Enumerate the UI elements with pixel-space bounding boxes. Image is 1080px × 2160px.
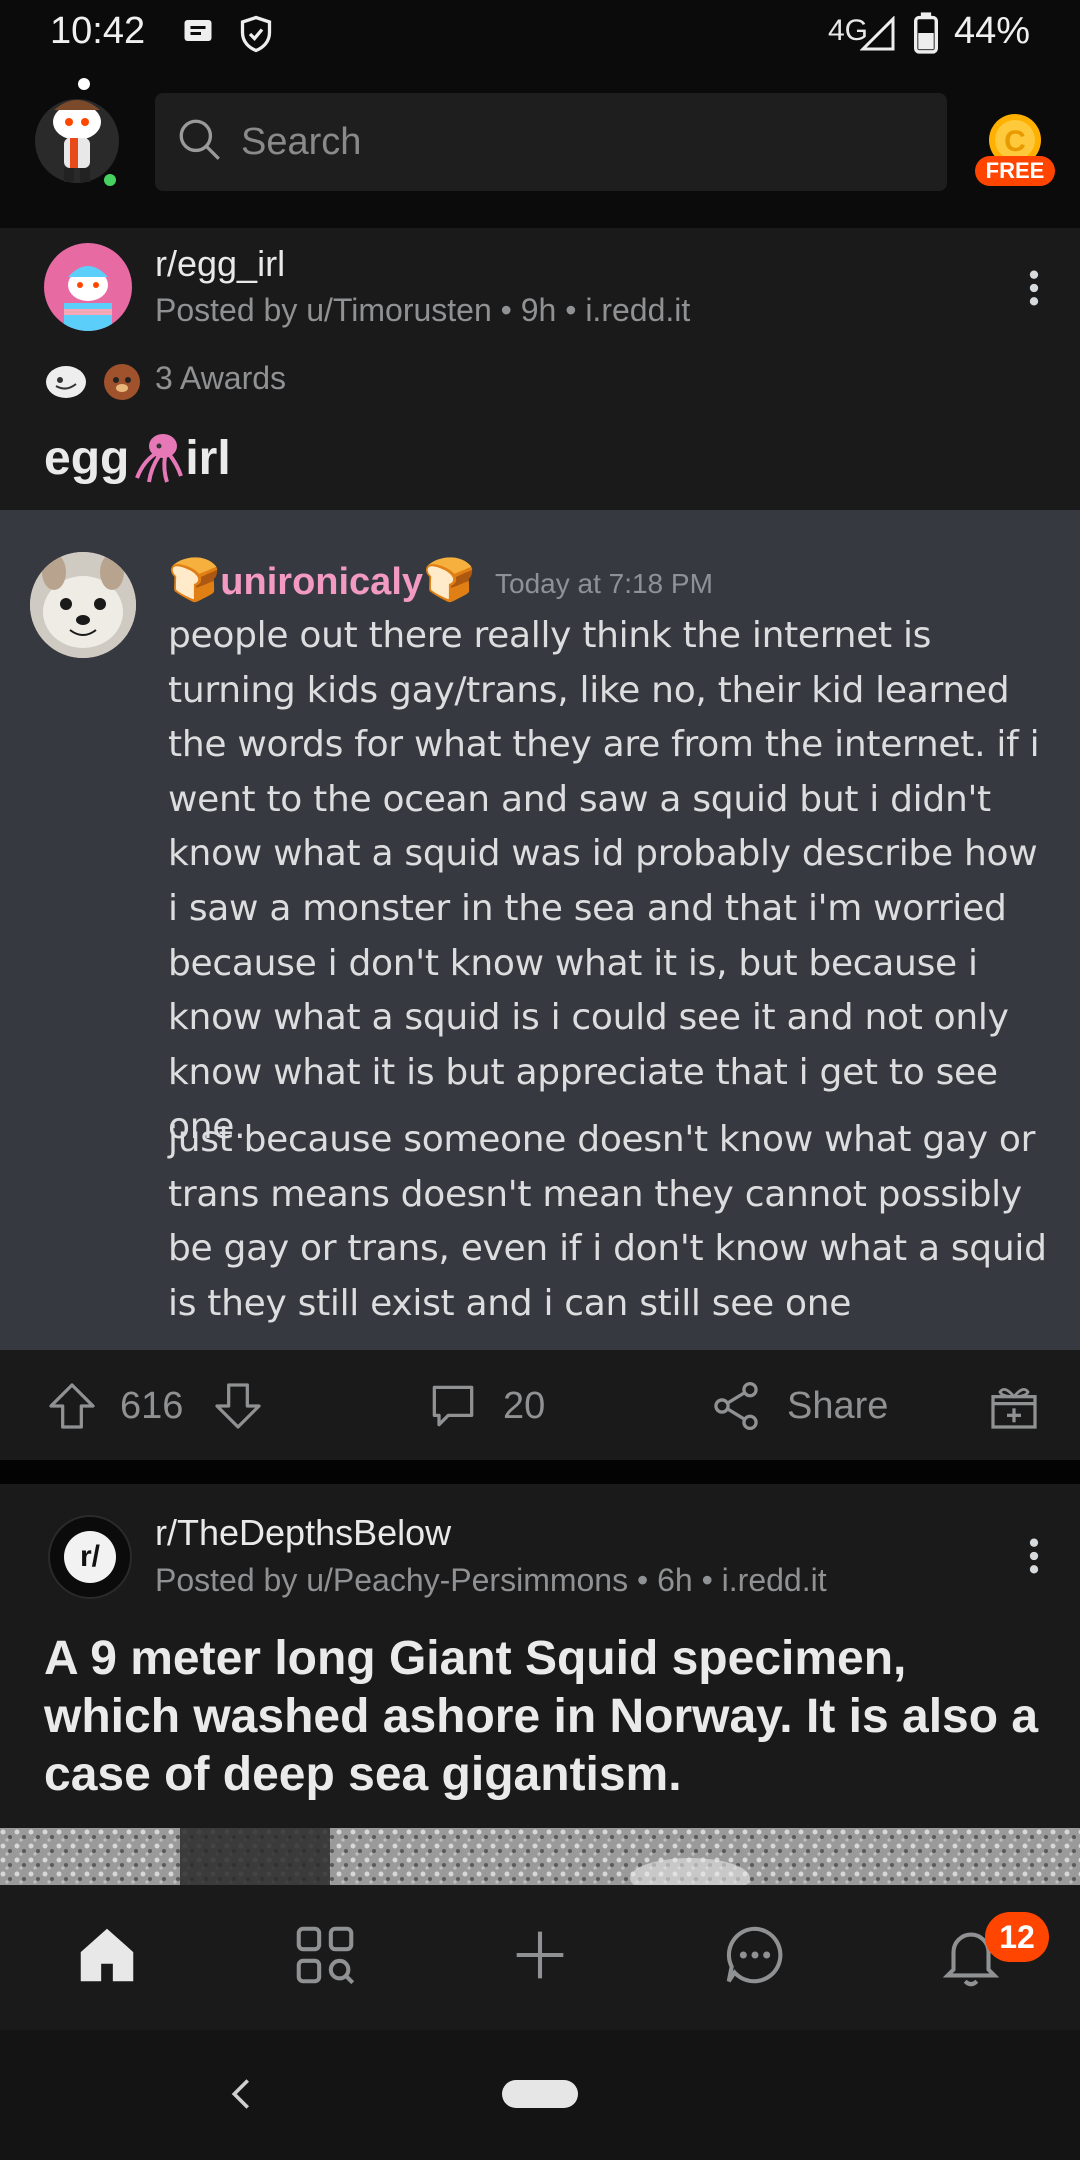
- subreddit-name[interactable]: r/egg_irl: [155, 243, 285, 285]
- battery-icon: [914, 12, 938, 54]
- user-avatar[interactable]: [32, 76, 122, 188]
- post-title[interactable]: egg irl: [44, 428, 231, 486]
- bread-emoji-icon: 🍞: [423, 556, 476, 603]
- coins-button[interactable]: C FREE: [975, 110, 1055, 190]
- create-post-icon[interactable]: [505, 1920, 575, 1990]
- more-options-icon[interactable]: [1026, 1536, 1042, 1576]
- award-icon: [104, 364, 140, 400]
- vote-count: 616: [120, 1385, 184, 1427]
- discord-timestamp: Today at 7:18 PM: [495, 568, 713, 599]
- subreddit-icon-text: r/: [64, 1531, 116, 1583]
- upvote-icon[interactable]: [44, 1378, 100, 1434]
- signal-icon: [860, 16, 895, 51]
- share-icon[interactable]: [708, 1378, 764, 1434]
- bread-emoji-icon: 🍞: [168, 556, 221, 603]
- more-options-icon[interactable]: [1026, 268, 1042, 308]
- post-meta[interactable]: Posted by u/Peachy-Persimmons • 6h • i.r…: [155, 1562, 827, 1599]
- search-icon: [179, 119, 220, 160]
- discord-username: 🍞unironicaly🍞: [168, 556, 475, 605]
- discover-icon[interactable]: [290, 1920, 360, 1990]
- search-bar[interactable]: Search: [155, 93, 947, 191]
- back-icon[interactable]: [226, 2076, 256, 2112]
- squid-emoji-icon: [135, 434, 184, 483]
- feed-divider: [0, 1460, 1080, 1484]
- discord-message: just because someone doesn't know what g…: [168, 1119, 1047, 1324]
- subreddit-name[interactable]: r/TheDepthsBelow: [155, 1512, 451, 1554]
- free-badge: FREE: [975, 156, 1055, 186]
- comment-icon[interactable]: [425, 1378, 481, 1434]
- share-label[interactable]: Share: [787, 1385, 888, 1428]
- notification-badge: 12: [985, 1912, 1049, 1962]
- status-time: 10:42: [50, 10, 146, 52]
- subreddit-avatar[interactable]: [44, 243, 132, 331]
- post-title-part: irl: [185, 432, 231, 485]
- chat-icon[interactable]: [720, 1920, 790, 1990]
- post-title-part: egg: [44, 432, 130, 485]
- comment-count[interactable]: 20: [503, 1385, 545, 1428]
- message-icon: [184, 20, 212, 41]
- svg-text:C: C: [1004, 125, 1026, 158]
- discord-username-text: unironicaly: [220, 561, 424, 603]
- post-image[interactable]: [0, 1828, 1080, 1888]
- battery-percent: 44%: [953, 10, 1030, 52]
- awards-count: 3 Awards: [155, 360, 287, 396]
- award-icon: [46, 366, 86, 398]
- subreddit-avatar[interactable]: r/: [48, 1515, 132, 1599]
- shield-check-icon: [240, 15, 272, 53]
- search-placeholder: Search: [241, 121, 362, 163]
- post-title[interactable]: A 9 meter long Giant Squid specimen, whi…: [44, 1630, 1044, 1804]
- home-gesture-pill[interactable]: [502, 2080, 578, 2108]
- post-meta[interactable]: Posted by u/Timorusten • 9h • i.redd.it: [155, 292, 690, 329]
- discord-message: people out there really think the intern…: [168, 615, 1040, 1148]
- gift-award-icon[interactable]: [986, 1378, 1042, 1434]
- discord-avatar: [30, 552, 136, 658]
- downvote-icon[interactable]: [210, 1378, 266, 1434]
- home-icon[interactable]: [72, 1920, 142, 1990]
